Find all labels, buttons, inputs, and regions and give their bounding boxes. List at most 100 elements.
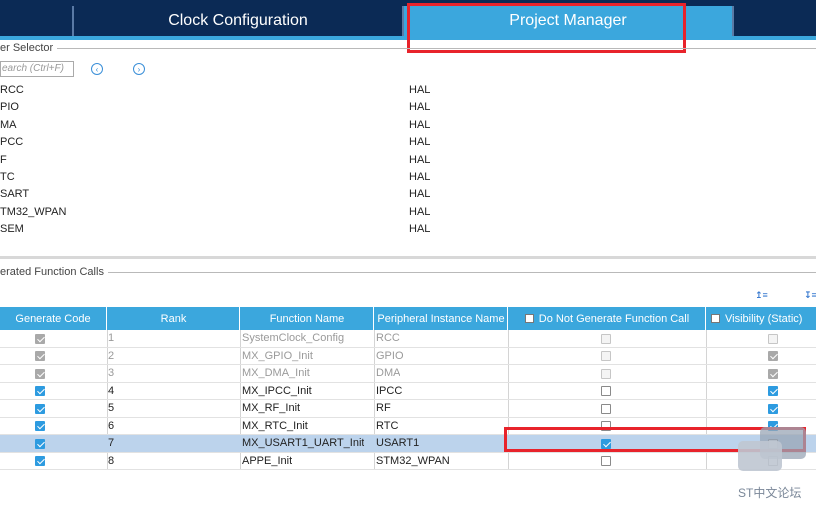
- do-not-generate-checkbox[interactable]: [601, 456, 611, 466]
- generate-code-checkbox: [35, 368, 45, 379]
- function-name-cell: MX_IPCC_Init: [242, 384, 312, 397]
- do-not-generate-checkbox: [601, 333, 611, 344]
- table-row[interactable]: 6 MX_RTC_Init RTC: [0, 418, 816, 435]
- generate-code-checkbox[interactable]: [35, 438, 45, 449]
- driver-name: PCC: [0, 136, 24, 149]
- driver-row[interactable]: F HAL: [0, 154, 816, 171]
- driver-type[interactable]: HAL: [409, 171, 430, 183]
- table-row[interactable]: 3 MX_DMA_Init DMA: [0, 365, 816, 383]
- col-generate-code[interactable]: Generate Code: [0, 307, 107, 330]
- header-checkbox[interactable]: [524, 314, 534, 323]
- driver-type[interactable]: HAL: [409, 119, 430, 131]
- generate-code-checkbox[interactable]: [35, 386, 45, 396]
- circle-chevron-right-icon[interactable]: ›: [133, 63, 145, 75]
- table-header: Generate Code Rank Function Name Periphe…: [0, 307, 816, 330]
- function-name-cell: MX_RTC_Init: [242, 419, 308, 432]
- driver-type[interactable]: HAL: [409, 84, 430, 96]
- col-do-not-generate-call[interactable]: Do Not Generate Function Call: [509, 307, 706, 330]
- driver-row[interactable]: RCC HAL: [0, 84, 816, 101]
- driver-selector-title: er Selector: [0, 42, 58, 54]
- driver-type[interactable]: HAL: [409, 223, 430, 235]
- function-name-cell: MX_RF_Init: [242, 402, 301, 414]
- driver-row[interactable]: PIO HAL: [0, 101, 816, 118]
- driver-row[interactable]: PCC HAL: [0, 136, 816, 153]
- tab-clock-configuration[interactable]: Clock Configuration: [74, 6, 402, 36]
- driver-name: SEM: [0, 223, 24, 236]
- visibility-checkbox[interactable]: [768, 403, 778, 414]
- peripheral-cell: RF: [376, 402, 391, 414]
- tab-label: Project Manager: [509, 12, 627, 29]
- function-name-cell: MX_GPIO_Init: [242, 349, 313, 362]
- driver-type[interactable]: HAL: [409, 154, 430, 166]
- column-label: Do Not Generate Function Call: [538, 312, 690, 325]
- driver-row[interactable]: TM32_WPAN HAL: [0, 206, 816, 223]
- visibility-checkbox: [768, 368, 778, 379]
- tab-tools[interactable]: [734, 6, 816, 36]
- driver-row[interactable]: MA HAL: [0, 119, 816, 136]
- do-not-generate-checkbox[interactable]: [601, 421, 611, 431]
- table-row[interactable]: 5 MX_RF_Init RF: [0, 400, 816, 418]
- tab-label: Clock Configuration: [168, 12, 308, 29]
- generate-code-checkbox[interactable]: [35, 456, 45, 466]
- rank-cell: 6: [108, 419, 115, 432]
- generate-code-checkbox: [35, 351, 45, 361]
- tab-pinout[interactable]: [0, 6, 72, 36]
- chat-bubble-icon: [738, 441, 782, 471]
- column-label: Function Name: [269, 312, 345, 325]
- rank-cell: 8: [108, 454, 115, 467]
- circle-chevron-left-icon[interactable]: ‹: [91, 63, 103, 75]
- driver-row[interactable]: SART HAL: [0, 188, 816, 205]
- driver-name: MA: [0, 118, 17, 131]
- do-not-generate-checkbox[interactable]: [601, 386, 611, 396]
- function-calls-title: erated Function Calls: [0, 266, 108, 278]
- function-name-cell: MX_DMA_Init: [242, 367, 310, 379]
- sort-down-icon[interactable]: ↧≡: [804, 290, 816, 300]
- generate-code-checkbox[interactable]: [35, 403, 45, 414]
- driver-name: TM32_WPAN: [0, 205, 67, 218]
- do-not-generate-checkbox: [601, 351, 611, 361]
- header-checkbox[interactable]: [711, 314, 720, 323]
- driver-name: F: [0, 153, 7, 166]
- visibility-checkbox: [768, 351, 778, 361]
- generate-code-checkbox[interactable]: [35, 421, 45, 431]
- rank-cell: 2: [108, 349, 115, 362]
- driver-name: PIO: [0, 101, 19, 114]
- col-rank[interactable]: Rank: [108, 307, 240, 330]
- driver-type[interactable]: HAL: [409, 206, 430, 218]
- panel-divider[interactable]: [0, 256, 816, 259]
- rank-cell: 5: [108, 402, 115, 414]
- driver-row[interactable]: SEM HAL: [0, 223, 816, 240]
- col-function-name[interactable]: Function Name: [241, 307, 374, 330]
- do-not-generate-checkbox[interactable]: [601, 403, 611, 414]
- col-visibility[interactable]: Visibility (Static): [707, 307, 816, 330]
- section-rule: [108, 272, 816, 273]
- table-row[interactable]: 7 MX_USART1_UART_Init USART1: [0, 435, 816, 453]
- rank-cell: 7: [108, 437, 115, 449]
- driver-name: SART: [0, 188, 30, 201]
- do-not-generate-checkbox: [601, 368, 611, 379]
- peripheral-cell: GPIO: [376, 349, 404, 362]
- rank-cell: 3: [108, 367, 115, 379]
- driver-row[interactable]: TC HAL: [0, 171, 816, 188]
- visibility-checkbox[interactable]: [768, 386, 778, 396]
- driver-type[interactable]: HAL: [409, 188, 430, 200]
- table-row[interactable]: 4 MX_IPCC_Init IPCC: [0, 383, 816, 400]
- rank-cell: 1: [108, 332, 115, 344]
- table-row[interactable]: 8 APPE_Init STM32_WPAN: [0, 453, 816, 470]
- driver-name: RCC: [0, 84, 24, 96]
- tab-project-manager[interactable]: Project Manager: [404, 6, 732, 36]
- peripheral-cell: DMA: [376, 367, 401, 379]
- col-peripheral-instance-name[interactable]: Peripheral Instance Name: [375, 307, 508, 330]
- table-row[interactable]: 1 SystemClock_Config RCC: [0, 330, 816, 348]
- search-input[interactable]: earch (Ctrl+F): [0, 61, 74, 77]
- column-label: Generate Code: [15, 312, 91, 325]
- driver-type[interactable]: HAL: [409, 136, 430, 148]
- table-row[interactable]: 2 MX_GPIO_Init GPIO: [0, 348, 816, 365]
- driver-type[interactable]: HAL: [409, 101, 430, 113]
- watermark: ST中文论坛: [736, 427, 808, 501]
- column-label: Peripheral Instance Name: [377, 312, 505, 325]
- generate-code-checkbox: [35, 333, 45, 344]
- do-not-generate-checkbox[interactable]: [601, 438, 611, 449]
- tab-underline: [0, 36, 816, 40]
- sort-up-icon[interactable]: ↥≡: [755, 290, 769, 300]
